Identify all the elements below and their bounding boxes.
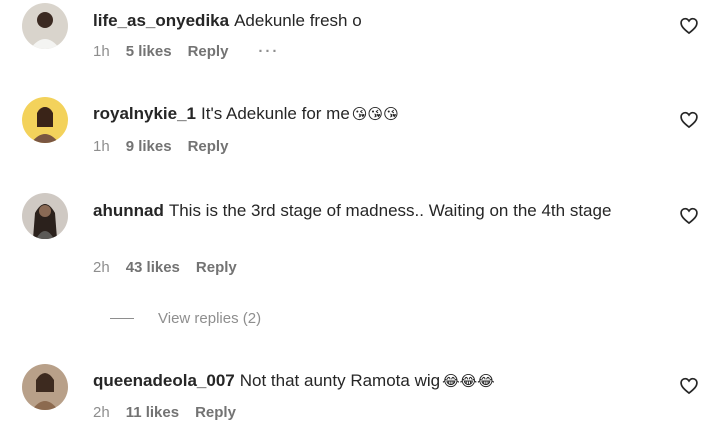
comment-text: royalnykie_1 It's Adekunle for me 😘😘😘 xyxy=(93,101,663,127)
username-link[interactable]: life_as_onyedika xyxy=(93,11,229,30)
heart-outline-icon[interactable] xyxy=(679,206,699,226)
heart-outline-icon[interactable] xyxy=(679,16,699,36)
timestamp: 2h xyxy=(93,259,110,276)
emoji-text: 😘😘😘 xyxy=(351,106,399,123)
comment-body: It's Adekunle for me xyxy=(201,104,350,123)
timestamp: 2h xyxy=(93,404,110,421)
avatar[interactable] xyxy=(22,193,68,239)
heart-outline-icon[interactable] xyxy=(679,376,699,396)
more-options-button[interactable]: ··· xyxy=(258,43,279,60)
emoji-text: 😂😂😂 xyxy=(442,373,495,390)
likes-count[interactable]: 5 likes xyxy=(126,43,172,60)
likes-count[interactable]: 9 likes xyxy=(126,138,172,155)
comment-text: life_as_onyedika Adekunle fresh o xyxy=(93,8,663,33)
reply-button[interactable]: Reply xyxy=(188,43,229,60)
avatar[interactable] xyxy=(22,364,68,410)
avatar[interactable] xyxy=(22,3,68,49)
reply-button[interactable]: Reply xyxy=(196,259,237,276)
reply-button[interactable]: Reply xyxy=(188,138,229,155)
avatar[interactable] xyxy=(22,97,68,143)
comment-meta: 2h 11 likes Reply xyxy=(93,404,252,421)
view-replies-divider xyxy=(110,318,134,319)
likes-count[interactable]: 43 likes xyxy=(126,259,180,276)
username-link[interactable]: royalnykie_1 xyxy=(93,104,196,123)
comment-text: ahunnad This is the 3rd stage of madness.… xyxy=(93,198,663,223)
username-link[interactable]: ahunnad xyxy=(93,201,164,220)
comment-meta: 1h 5 likes Reply ··· xyxy=(93,43,295,60)
timestamp: 1h xyxy=(93,138,110,155)
comment-meta: 2h 43 likes Reply xyxy=(93,259,253,276)
username-link[interactable]: queenadeola_007 xyxy=(93,371,235,390)
view-replies-label: View replies (2) xyxy=(158,310,262,327)
reply-button[interactable]: Reply xyxy=(195,404,236,421)
view-replies-button[interactable]: View replies (2) xyxy=(110,310,261,327)
likes-count[interactable]: 11 likes xyxy=(126,404,179,421)
comment-body: This is the 3rd stage of madness.. Waiti… xyxy=(168,201,612,220)
comment-text: queenadeola_007 Not that aunty Ramota wig… xyxy=(93,368,663,394)
comment-meta: 1h 9 likes Reply xyxy=(93,138,244,155)
comment-body: Not that aunty Ramota wig xyxy=(239,371,441,390)
comment-body: Adekunle fresh o xyxy=(234,11,362,30)
timestamp: 1h xyxy=(93,43,110,60)
heart-outline-icon[interactable] xyxy=(679,110,699,130)
